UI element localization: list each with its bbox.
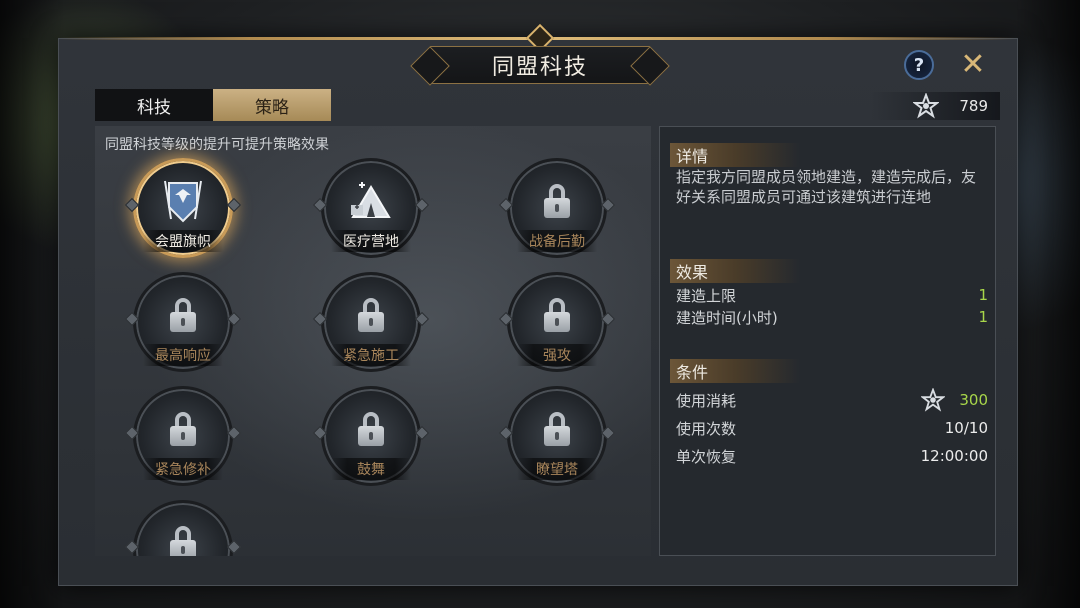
node-assault[interactable]: 强攻 [498,272,616,372]
question-icon: ? [913,54,925,76]
node-medical-camp[interactable]: 医疗营地 [312,158,430,258]
node-label: 医疗营地 [331,230,411,252]
node-label: 最高响应 [143,344,223,366]
node-max-response[interactable]: 最高响应 [124,272,242,372]
alliance-banner-icon [161,178,205,226]
node-emergency-construction[interactable]: 紧急施工 [312,272,430,372]
node-label: 强攻 [517,344,597,366]
node-alliance-banner[interactable]: 会盟旗帜 [124,158,242,258]
close-button[interactable]: ✕ [958,50,988,80]
details-heading: 详情 [670,143,800,167]
lock-icon [349,292,393,340]
condition-value: 12:00:00 [920,447,988,465]
strategy-hint: 同盟科技等级的提升可提升策略效果 [105,137,329,153]
effect-label: 建造上限 [676,286,737,305]
detail-panel: 详情 指定我方同盟成员领地建造，建造完成后，友好关系同盟成员可通过该建筑进行连地… [659,126,996,556]
lock-icon [535,292,579,340]
condition-row: 使用消耗 300 [676,388,988,412]
condition-row: 单次恢复 12:00:00 [676,445,988,467]
node-war-logistics[interactable]: 战备后勤 [498,158,616,258]
node-unknown[interactable] [124,500,242,556]
medical-camp-icon [349,178,393,226]
details-description: 指定我方同盟成员领地建造，建造完成后，友好关系同盟成员可通过该建筑进行连地 [676,168,977,206]
effects-heading: 效果 [670,259,800,283]
tab-bar: 科技 策略 [95,89,331,121]
alliance-star-icon [921,388,946,412]
effect-label: 建造时间(小时) [676,308,778,327]
lock-icon [161,406,205,454]
lock-icon [161,292,205,340]
effect-value: 1 [978,286,988,304]
node-inspire[interactable]: 鼓舞 [312,386,430,486]
node-label: 紧急修补 [143,458,223,480]
tab-strategy[interactable]: 策略 [213,89,331,121]
node-label: 瞭望塔 [517,458,597,480]
condition-label: 单次恢复 [676,447,737,466]
currency-display: 789 [870,92,1000,120]
node-label: 战备后勤 [517,230,597,252]
effect-row: 建造上限 1 [676,284,988,306]
lock-icon [535,178,579,226]
node-label: 紧急施工 [331,344,411,366]
effect-row: 建造时间(小时) 1 [676,306,988,328]
alliance-star-icon [913,93,940,119]
cost-wrap: 300 [921,388,988,412]
panel-title-text: 同盟科技 [491,55,588,80]
panel-title: 同盟科技 [430,46,650,84]
condition-value: 10/10 [944,419,988,437]
node-label: 鼓舞 [331,458,411,480]
conditions-heading: 条件 [670,359,800,383]
tab-technology[interactable]: 科技 [95,89,213,121]
strategy-tree: 同盟科技等级的提升可提升策略效果 会盟旗帜 医疗营地 战备后勤 最高响应 紧急施… [95,126,651,556]
currency-amount: 789 [959,97,988,115]
condition-row: 使用次数 10/10 [676,417,988,439]
lock-icon [535,406,579,454]
lock-icon [161,520,205,556]
node-label: 会盟旗帜 [143,230,223,252]
tab-strategy-label: 策略 [255,97,289,118]
help-button[interactable]: ? [904,50,934,80]
node-watchtower[interactable]: 瞭望塔 [498,386,616,486]
effect-value: 1 [978,308,988,326]
condition-label: 使用消耗 [676,391,737,410]
condition-value: 300 [959,391,988,409]
tab-technology-label: 科技 [137,97,171,118]
close-icon: ✕ [960,47,986,82]
condition-label: 使用次数 [676,419,737,438]
node-emergency-repair[interactable]: 紧急修补 [124,386,242,486]
lock-icon [349,406,393,454]
